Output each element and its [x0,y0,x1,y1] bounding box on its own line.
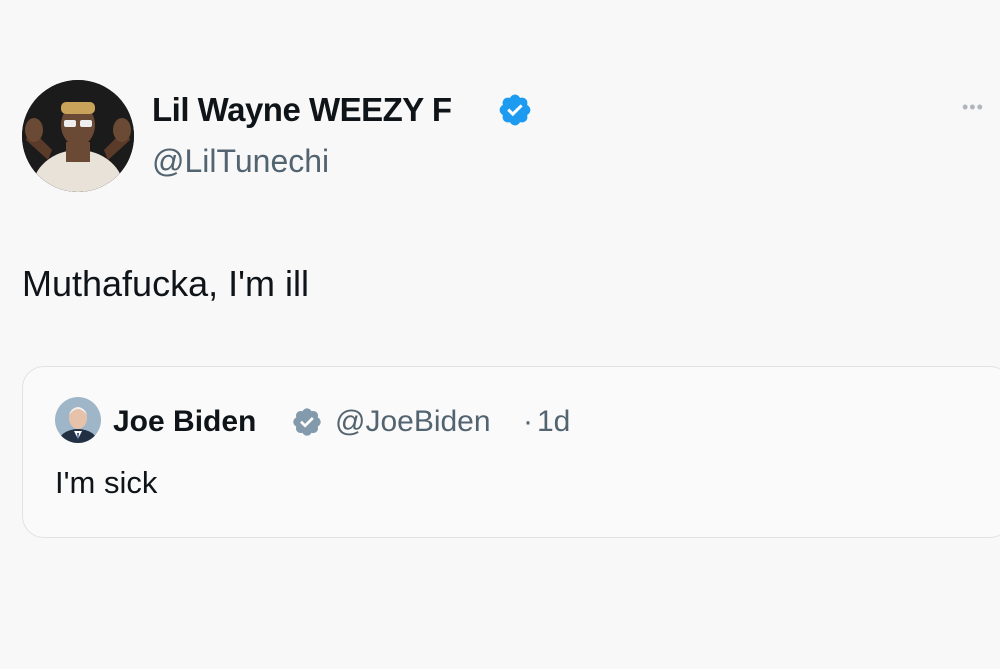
more-options-icon[interactable]: ••• [962,98,984,116]
author-handle[interactable]: @LilTunechi [152,142,329,180]
verified-badge-icon[interactable] [497,92,533,128]
quoted-author-display-name[interactable]: Joe Biden [113,404,256,440]
quoted-tweet-timestamp[interactable]: 1d [537,404,570,440]
author-avatar[interactable] [22,80,134,192]
quoted-author-handle[interactable]: @JoeBiden [335,404,491,440]
tweet-page: Lil Wayne WEEZY F @LilTunechi ••• Muthaf… [0,0,1000,669]
quoted-avatar-image [55,397,101,443]
separator-dot: · [523,405,533,438]
quoted-author-avatar[interactable] [55,397,101,443]
author-display-name[interactable]: Lil Wayne WEEZY F [152,90,452,130]
quoted-tweet-text: I'm sick [55,465,158,500]
quoted-tweet-card[interactable]: Joe Biden @JoeBiden · 1d I'm sick [22,366,1000,538]
avatar-image [22,80,134,192]
verified-badge-icon[interactable] [291,406,323,438]
tweet-text: Muthafucka, I'm ill [22,263,309,304]
